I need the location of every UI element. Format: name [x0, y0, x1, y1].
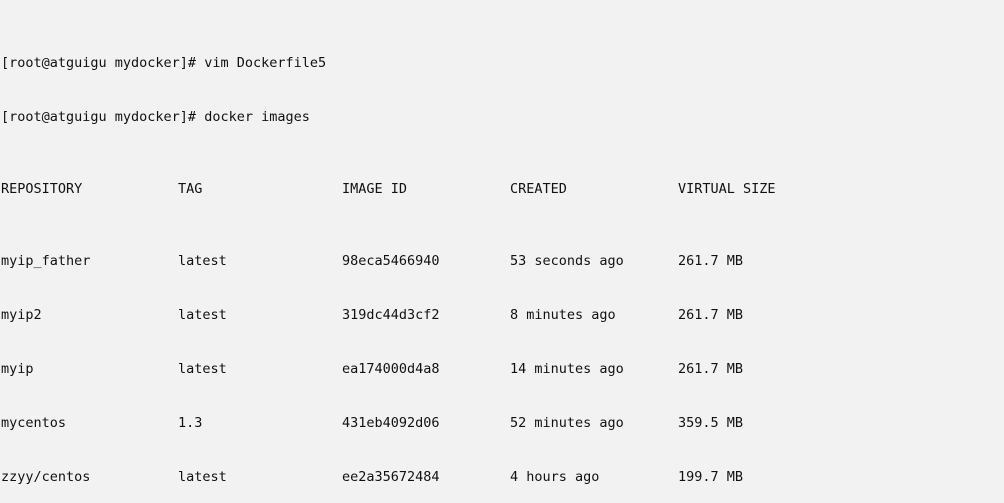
command-line-vim: [root@atguigu mydocker]# vim Dockerfile5 [1, 55, 327, 71]
cell-virtual-size: 261.7 MB [678, 307, 744, 323]
table-row: zzyy/centos latest ee2a35672484 4 hours … [0, 468, 1004, 486]
cell-tag: 1.3 [178, 415, 203, 431]
cell-created: 8 minutes ago [510, 307, 616, 323]
command-line-docker-images: [root@atguigu mydocker]# docker images [1, 109, 310, 125]
cell-tag: latest [178, 361, 227, 377]
cell-tag: latest [178, 469, 227, 485]
header-repository: REPOSITORY [1, 181, 83, 197]
cell-repository: myip2 [1, 307, 42, 323]
cell-image-id: 98eca5466940 [342, 253, 440, 269]
cell-repository: myip [1, 361, 34, 377]
header-created: CREATED [510, 181, 567, 197]
table-row: myip_father latest 98eca5466940 53 secon… [0, 252, 1004, 270]
cell-virtual-size: 359.5 MB [678, 415, 744, 431]
header-image-id: IMAGE ID [342, 181, 408, 197]
cell-tag: latest [178, 307, 227, 323]
cell-repository: zzyy/centos [1, 469, 91, 485]
table-row: myip2 latest 319dc44d3cf2 8 minutes ago … [0, 306, 1004, 324]
header-virtual-size: VIRTUAL SIZE [678, 181, 776, 197]
cell-image-id: ee2a35672484 [342, 469, 440, 485]
cell-image-id: ea174000d4a8 [342, 361, 440, 377]
cell-created: 14 minutes ago [510, 361, 624, 377]
cell-image-id: 319dc44d3cf2 [342, 307, 440, 323]
cell-repository: mycentos [1, 415, 67, 431]
table-row: mycentos 1.3 431eb4092d06 52 minutes ago… [0, 414, 1004, 432]
cell-created: 52 minutes ago [510, 415, 624, 431]
images-table-header: REPOSITORY TAG IMAGE ID CREATED VIRTUAL … [0, 180, 1004, 198]
header-tag: TAG [178, 181, 203, 197]
terminal-window[interactable]: [root@atguigu mydocker]# vim Dockerfile5… [0, 0, 1004, 503]
cell-tag: latest [178, 253, 227, 269]
cell-image-id: 431eb4092d06 [342, 415, 440, 431]
cell-created: 4 hours ago [510, 469, 600, 485]
cell-virtual-size: 199.7 MB [678, 469, 744, 485]
cell-created: 53 seconds ago [510, 253, 624, 269]
cell-virtual-size: 261.7 MB [678, 361, 744, 377]
cell-virtual-size: 261.7 MB [678, 253, 744, 269]
cell-repository: myip_father [1, 253, 91, 269]
table-row: myip latest ea174000d4a8 14 minutes ago … [0, 360, 1004, 378]
